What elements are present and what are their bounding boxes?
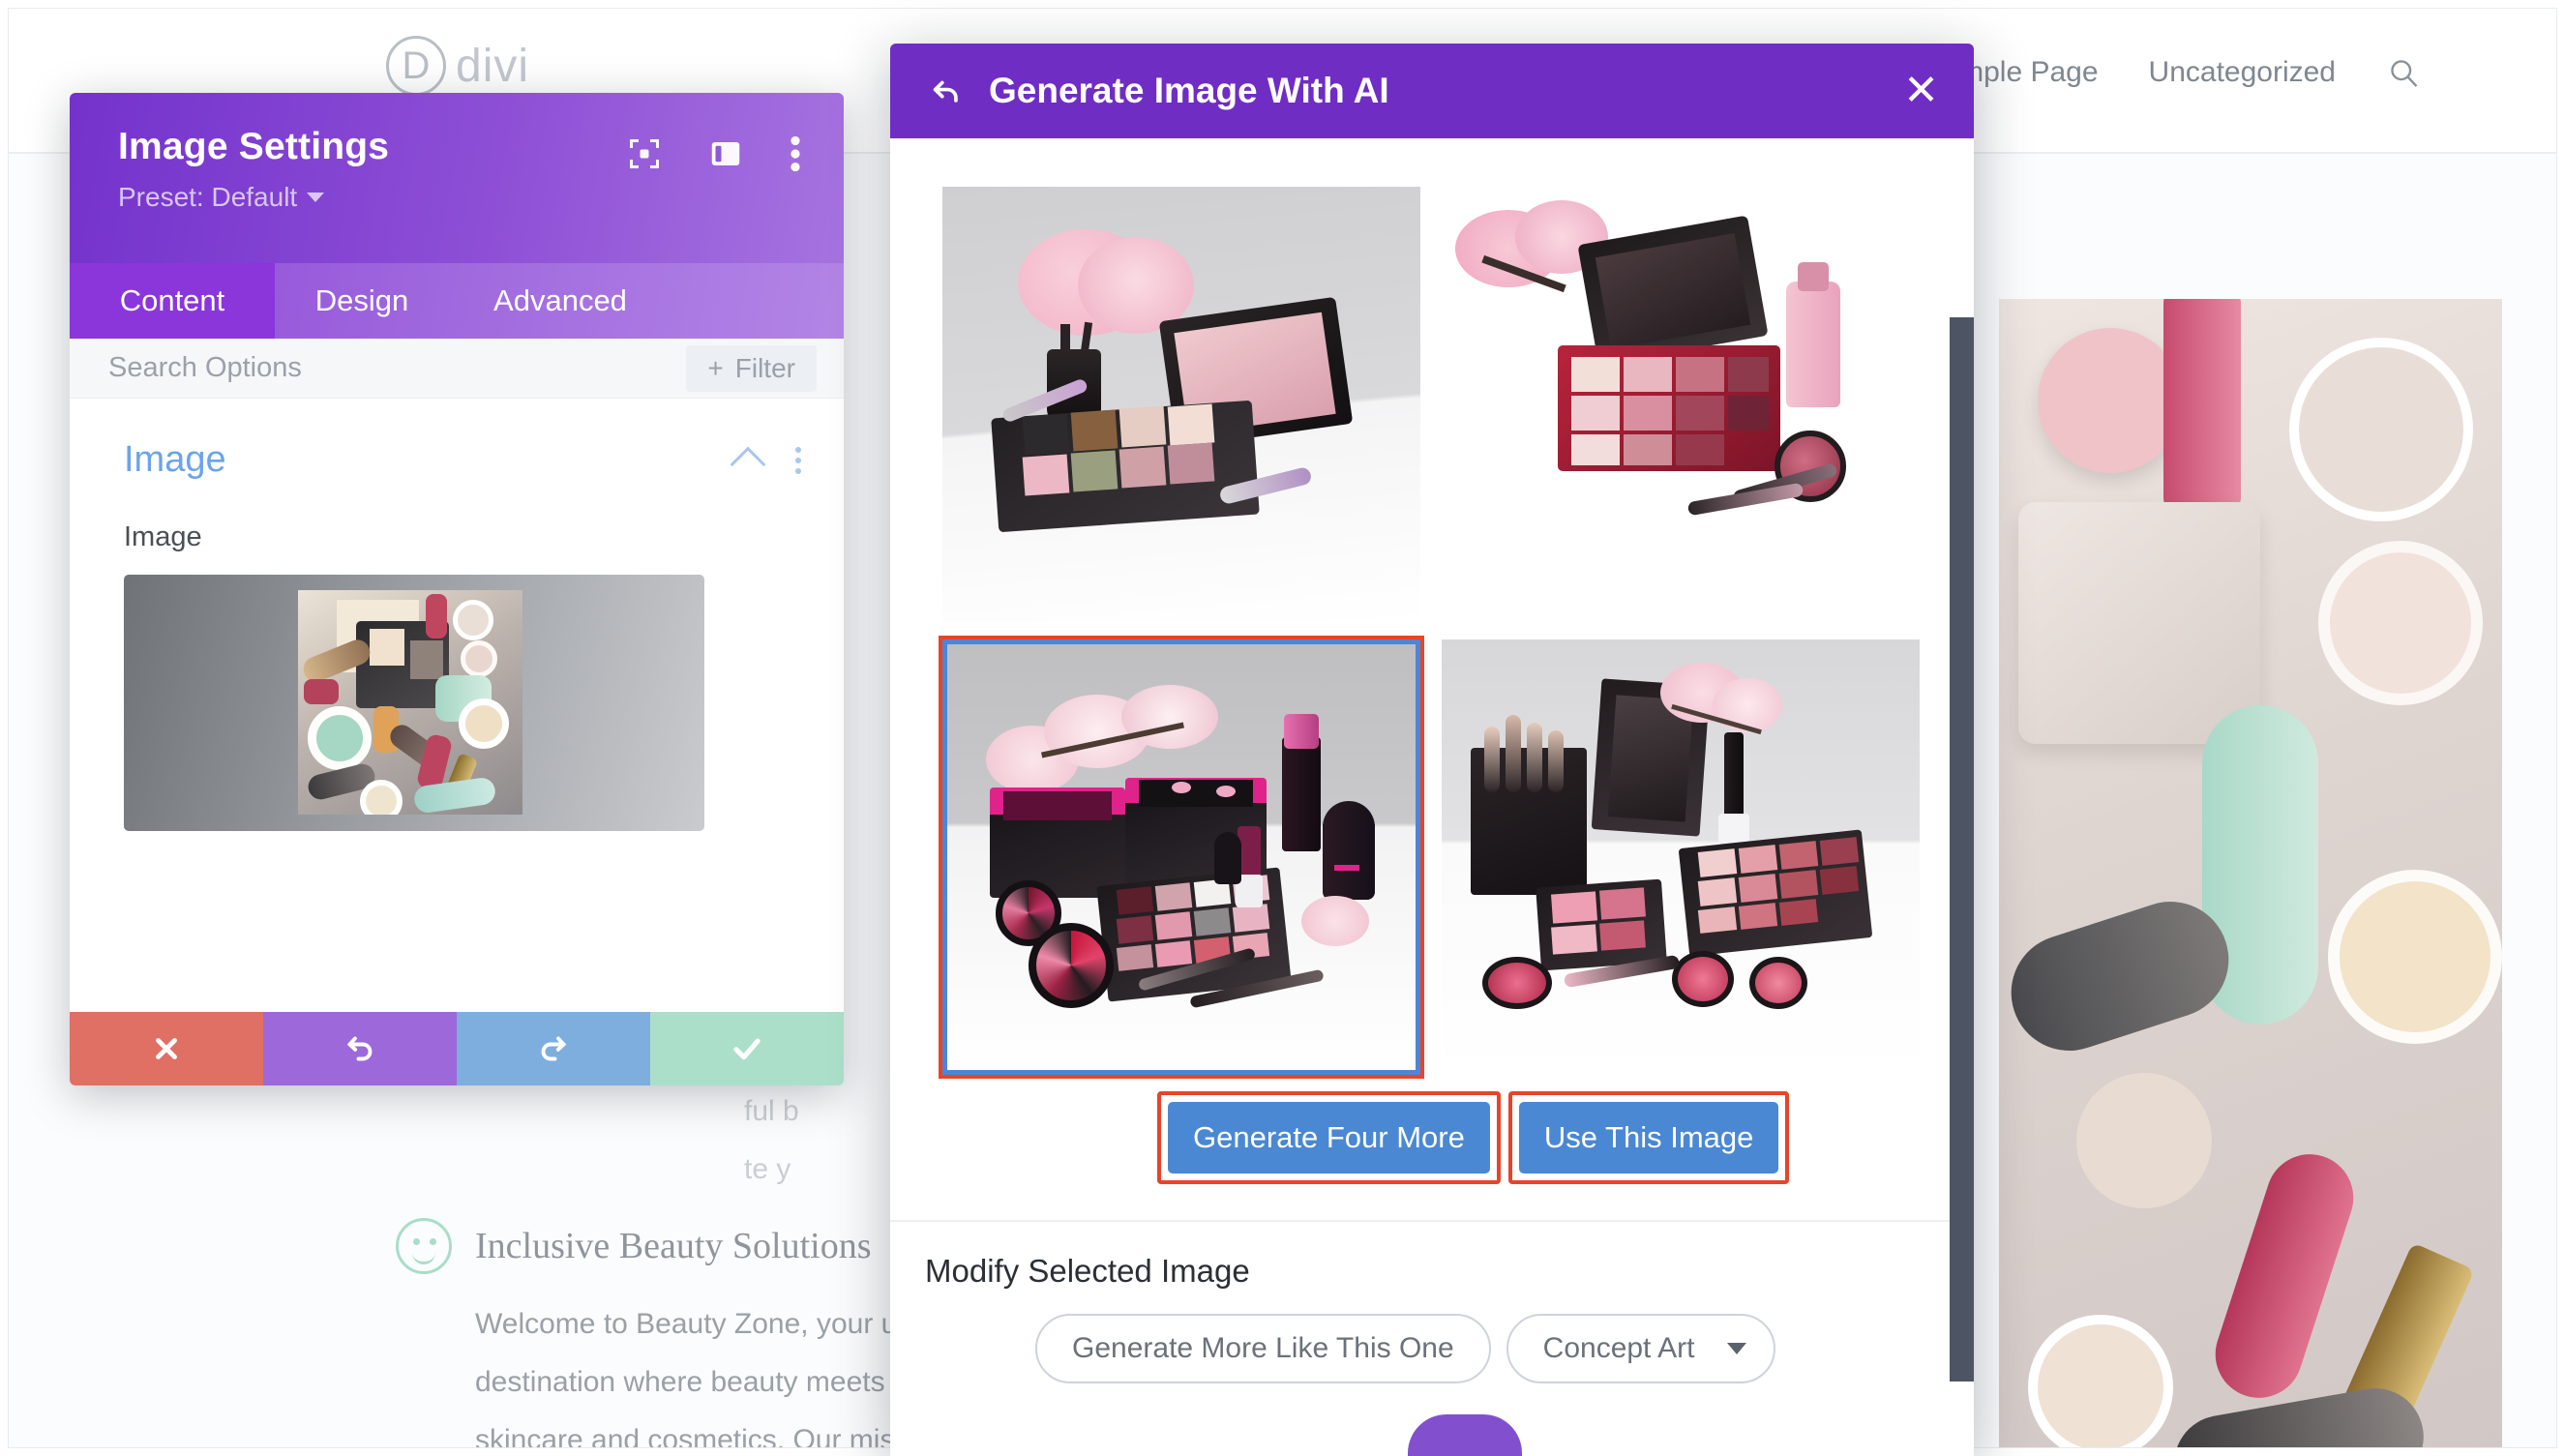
chevron-down-icon bbox=[1727, 1343, 1747, 1354]
style-select-value: Concept Art bbox=[1542, 1332, 1695, 1364]
cancel-button[interactable] bbox=[70, 1012, 263, 1085]
generate-four-more-highlight: Generate Four More bbox=[1157, 1091, 1501, 1184]
ai-result-1[interactable] bbox=[942, 187, 1420, 622]
image-settings-header: Image Settings Preset: Default bbox=[70, 93, 844, 263]
ai-result-1-image bbox=[942, 187, 1420, 622]
ai-result-2[interactable] bbox=[1442, 187, 1920, 622]
screenshot-root: D divi Sample Page Uncategorized r y bbox=[0, 0, 2565, 1456]
chevron-up-icon[interactable] bbox=[730, 446, 766, 482]
focus-target-icon[interactable] bbox=[627, 136, 662, 176]
ai-result-3-image bbox=[942, 639, 1420, 1075]
divi-logo[interactable]: D divi bbox=[386, 36, 529, 96]
settings-footer-actions bbox=[70, 1012, 844, 1085]
generate-four-more-button[interactable]: Generate Four More bbox=[1168, 1102, 1490, 1174]
ai-modal-title: Generate Image With AI bbox=[989, 71, 1389, 110]
ai-modal-body: Generate Four More Use This Image Modify… bbox=[890, 138, 1974, 1456]
layout-panel-icon[interactable] bbox=[708, 136, 743, 176]
search-input[interactable]: Search Options bbox=[108, 352, 302, 384]
filter-label: Filter bbox=[734, 353, 795, 383]
divi-logo-mark: D bbox=[386, 36, 446, 96]
ai-result-4-image bbox=[1442, 639, 1920, 1075]
close-x-icon[interactable]: ✕ bbox=[1903, 70, 1939, 112]
preset-selector[interactable]: Preset: Default bbox=[118, 182, 805, 213]
tab-content[interactable]: Content bbox=[70, 263, 275, 339]
feature-title: Inclusive Beauty Solutions bbox=[475, 1226, 872, 1266]
divi-logo-text: divi bbox=[456, 40, 530, 92]
use-this-image-highlight: Use This Image bbox=[1507, 1091, 1790, 1184]
image-field-label: Image bbox=[124, 521, 202, 552]
chevron-down-icon bbox=[307, 193, 325, 202]
modify-controls: Generate More Like This One Concept Art bbox=[1035, 1314, 1776, 1383]
ai-action-buttons: Generate Four More Use This Image bbox=[1157, 1091, 1790, 1184]
settings-tabs: Content Design Advanced bbox=[70, 263, 844, 339]
settings-body: Image Image bbox=[70, 399, 844, 1012]
nav-item-uncategorized[interactable]: Uncategorized bbox=[2149, 56, 2336, 89]
preset-label: Preset: Default bbox=[118, 182, 298, 212]
vertical-scrollbar[interactable] bbox=[1950, 317, 1974, 1382]
generate-more-like-this-button[interactable]: Generate More Like This One bbox=[1035, 1314, 1491, 1383]
redo-button[interactable] bbox=[457, 1012, 650, 1085]
tab-design[interactable]: Design bbox=[275, 263, 449, 339]
ai-results-grid bbox=[939, 187, 1920, 1079]
panel-header-icons bbox=[627, 135, 801, 177]
plus-icon: + bbox=[707, 353, 724, 383]
ai-modal-divider bbox=[890, 1220, 1974, 1222]
image-settings-panel: Image Settings Preset: Default Content D… bbox=[70, 93, 844, 1085]
save-button[interactable] bbox=[650, 1012, 844, 1085]
smiley-icon bbox=[396, 1218, 452, 1274]
back-arrow-icon[interactable] bbox=[929, 74, 964, 107]
tab-advanced[interactable]: Advanced bbox=[449, 263, 671, 339]
ai-result-4[interactable] bbox=[1442, 639, 1920, 1075]
section-title[interactable]: Image bbox=[124, 439, 226, 481]
primary-nav: Sample Page Uncategorized bbox=[1924, 55, 2421, 90]
ai-modal-header: Generate Image With AI ✕ bbox=[890, 44, 1974, 138]
search-options-bar: Search Options + Filter bbox=[70, 339, 844, 399]
search-icon[interactable] bbox=[2386, 55, 2421, 90]
undo-button[interactable] bbox=[263, 1012, 457, 1085]
hero-photo bbox=[1999, 299, 2502, 1447]
filter-button[interactable]: + Filter bbox=[686, 345, 817, 392]
section-image-header: Image bbox=[70, 399, 844, 482]
ai-result-3[interactable] bbox=[939, 636, 1424, 1079]
image-thumbnail bbox=[298, 590, 522, 815]
modify-selected-image-title: Modify Selected Image bbox=[925, 1253, 1250, 1289]
style-select[interactable]: Concept Art bbox=[1506, 1314, 1776, 1383]
more-vertical-icon[interactable] bbox=[790, 135, 801, 177]
ai-result-2-image bbox=[1442, 187, 1920, 622]
use-this-image-button[interactable]: Use This Image bbox=[1518, 1102, 1779, 1174]
image-upload-preview[interactable] bbox=[124, 575, 704, 831]
floating-purple-button[interactable] bbox=[1408, 1414, 1522, 1456]
more-vertical-icon[interactable] bbox=[795, 446, 801, 474]
generate-image-ai-modal: Generate Image With AI ✕ Generate Four M… bbox=[890, 44, 1974, 1456]
